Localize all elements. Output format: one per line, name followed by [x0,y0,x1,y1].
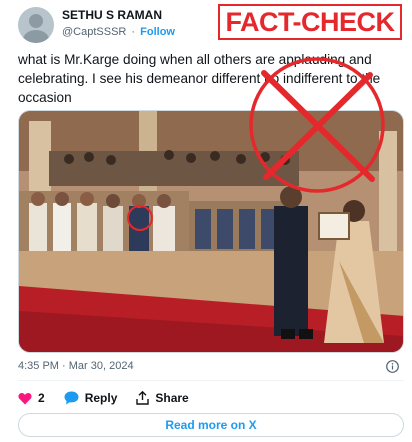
like-count: 2 [38,391,45,405]
author-name[interactable]: SETHU S RAMAN [62,8,162,22]
avatar[interactable] [18,7,54,43]
reply-button[interactable]: Reply [64,391,118,405]
tweet-timestamp[interactable]: 4:35 PM · Mar 30, 2024 [18,360,134,372]
author-meta: @CaptSSSR · Follow [62,26,175,38]
author-handle[interactable]: @CaptSSSR [62,26,126,38]
reply-bubble-icon [64,391,79,405]
follow-button[interactable]: Follow [140,26,175,38]
fact-check-stamp: FACT-CHECK [218,4,402,40]
tweet-card: SETHU S RAMAN @CaptSSSR · Follow FACT-CH… [0,0,412,442]
separator-dot: · [131,26,136,38]
share-button[interactable]: Share [136,391,189,405]
reply-label: Reply [84,391,118,405]
cross-out-mark [249,57,385,193]
share-icon [136,391,150,405]
info-icon[interactable] [386,360,399,373]
heart-icon [18,392,32,404]
divider [18,380,404,381]
like-button[interactable]: 2 [18,391,45,405]
read-more-button[interactable]: Read more on X [18,413,404,437]
share-label: Share [155,391,189,405]
action-bar: 2 Reply Share [18,389,208,407]
